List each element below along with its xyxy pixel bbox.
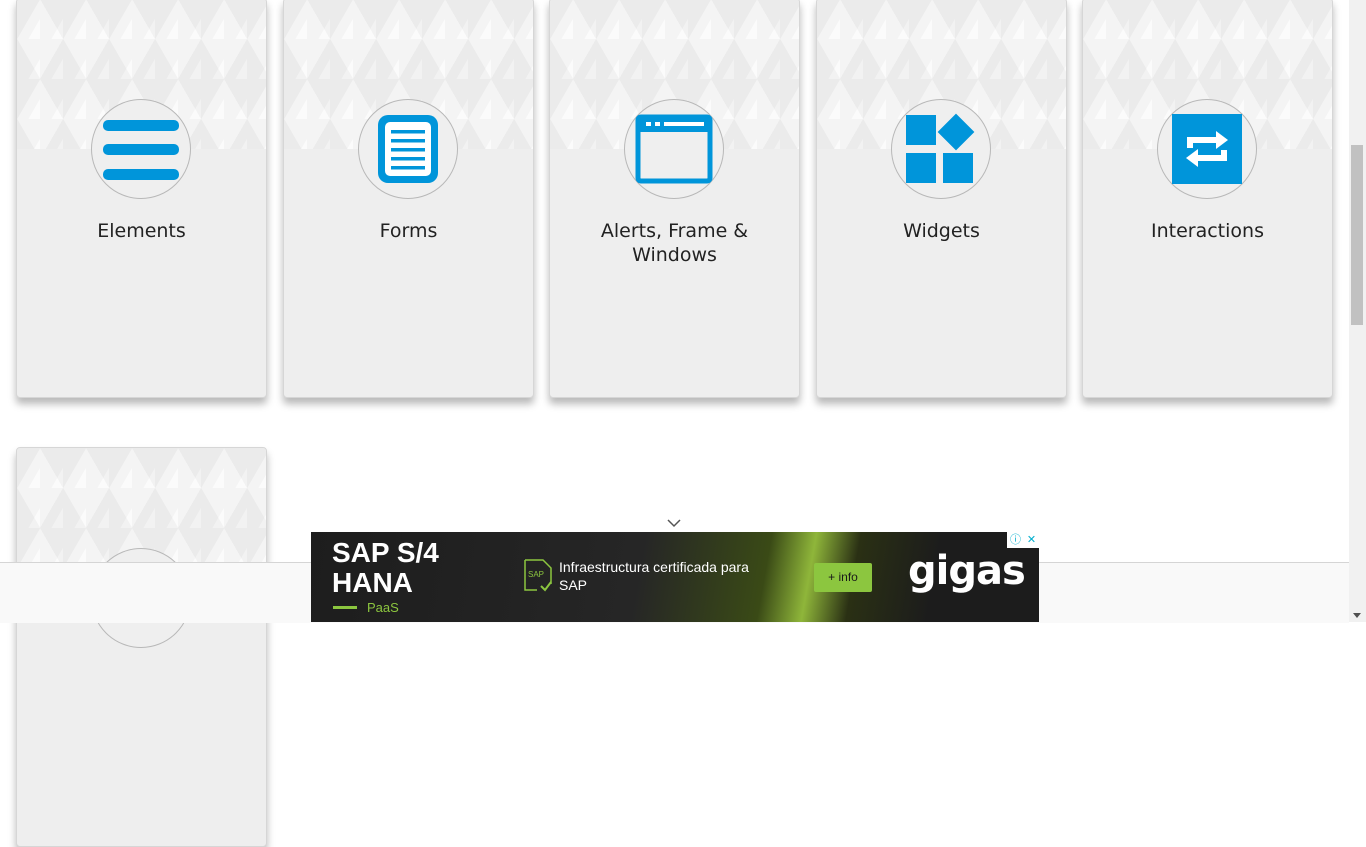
ad-tagline: Infraestructura certificada para SAP [559,559,749,593]
card-icon-circle [358,99,458,199]
card-icon-circle [891,99,991,199]
document-form-icon [378,115,438,183]
sap-document-icon: SAP [524,559,552,592]
card-widgets[interactable]: Widgets [816,0,1067,398]
ad-brand-logo: gigas [908,548,1026,594]
ad-info-icon[interactable]: ⓘ [1010,533,1021,547]
card-title: Forms [379,220,438,242]
card-interactions[interactable]: Interactions [1082,0,1333,398]
ad-accent-line [333,606,357,609]
hamburger-menu-icon [103,120,179,180]
card-elements[interactable]: Elements [16,0,267,398]
refresh-arrows-icon [1172,114,1242,184]
card-title: Widgets [903,220,980,242]
vertical-scrollbar[interactable] [1349,0,1366,622]
ad-close-icon[interactable]: ✕ [1027,533,1036,547]
ad-headline-line2: HANA [332,567,413,598]
ad-headline-line1: SAP S/4 [332,537,439,568]
scroll-down-arrow-icon[interactable] [1353,613,1361,618]
card-icon-circle [1157,99,1257,199]
card-partial[interactable] [16,447,267,847]
scrollbar-thumb[interactable] [1351,145,1363,325]
widgets-blocks-icon [906,113,975,183]
card-icon-circle [91,99,191,199]
card-icon-circle [624,99,724,199]
ad-choices[interactable]: ⓘ ✕ [1007,532,1039,548]
card-forms[interactable]: Forms [283,0,534,398]
chevron-down-icon[interactable] [666,518,682,528]
ad-headline: SAP S/4 HANA [332,538,472,598]
ad-banner[interactable]: SAP S/4 HANA PaaS SAP Infraestructura ce… [311,532,1039,622]
card-title: Interactions [1151,220,1264,242]
card-title: Elements [97,220,186,242]
card-alerts-frame-windows[interactable]: Alerts, Frame & Windows [549,0,800,398]
ad-info-button[interactable]: + info [814,563,872,592]
browser-window-icon [635,114,713,184]
sap-icon-label: SAP [528,570,544,579]
ad-sub-label: PaaS [367,600,399,615]
card-title: Alerts, Frame & Windows [600,220,749,266]
